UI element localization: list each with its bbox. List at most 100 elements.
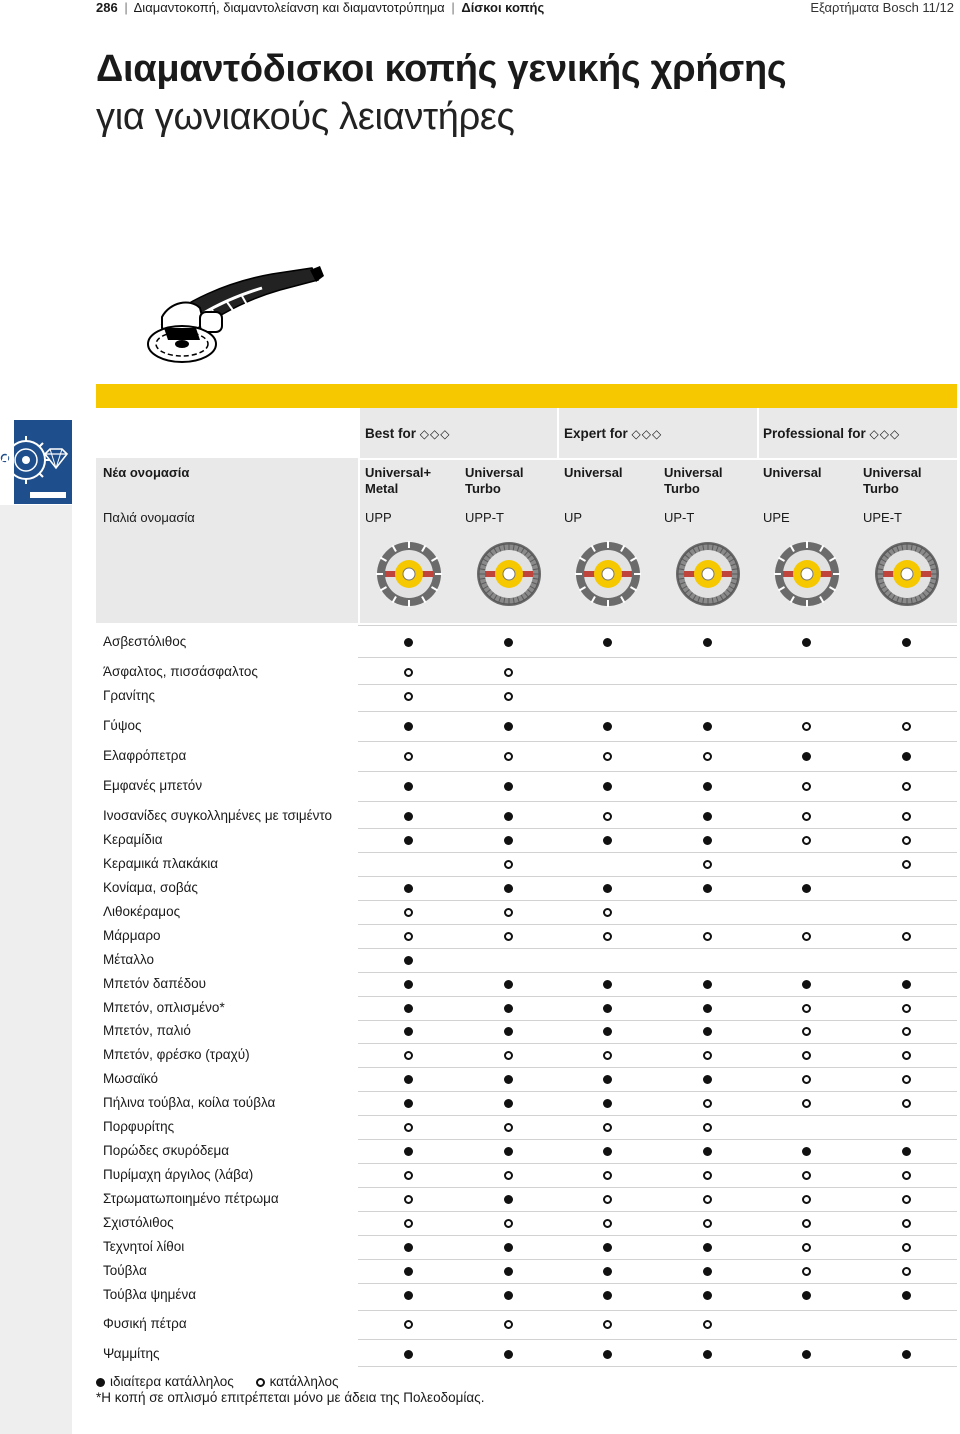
diamond-disc-icon [477,542,541,606]
highly-suitable-marker [702,1290,712,1300]
highly-suitable-marker [702,1266,712,1276]
material-label: Τούβλα ψημένα [103,1287,197,1302]
column-new-name: Universal+ [365,465,432,480]
suitable-marker [801,1218,811,1228]
row-divider [358,1339,957,1340]
highly-suitable-marker [403,1349,413,1359]
highly-suitable-marker [503,1266,513,1276]
material-label: Μπετόν, παλιό [103,1023,191,1038]
column-divider [557,408,559,458]
left-gutter [0,505,72,1434]
highly-suitable-marker [403,1003,413,1013]
row-divider [358,1310,957,1311]
material-label: Γύψος [103,718,142,733]
highly-suitable-marker [503,1146,513,1156]
highly-suitable-marker [702,781,712,791]
suitable-marker [801,931,811,941]
highly-suitable-marker [901,637,911,647]
angle-grinder-illustration [142,262,327,377]
section-name: Διαμαντοκοπή, διαμαντολείανση και διαμαν… [133,0,445,15]
highly-suitable-marker [403,1074,413,1084]
diamond-icon: ◇◇◇ [631,427,663,441]
table-header-blank [96,408,358,458]
material-label: Μπετόν, φρέσκο (τραχύ) [103,1047,250,1062]
highly-suitable-marker [801,1146,811,1156]
suitable-marker [901,1266,911,1276]
page-number: 286 [96,0,118,15]
suitable-marker [901,931,911,941]
suitable-marker [403,1194,413,1204]
highly-suitable-marker [503,781,513,791]
suitable-marker [503,1218,513,1228]
highly-suitable-marker [602,1349,612,1359]
suitable-marker [602,1122,612,1132]
highly-suitable-marker [403,1146,413,1156]
suitable-marker [702,1170,712,1180]
column-old-name: UP-T [664,510,695,525]
table-row: Φυσική πέτρα [96,1312,957,1336]
table-row: Ελαφρόπετρα [96,744,957,768]
highly-suitable-marker [702,835,712,845]
table-row: Μπετόν, οπλισμένο* [96,996,957,1020]
catalog-edition: Εξαρτήματα Bosch 11/12 [810,0,954,15]
table-row: Γρανίτης [96,684,957,708]
material-label: Ψαμμίτης [103,1346,160,1361]
diamond-disc-icon [376,541,442,607]
suitable-marker [403,907,413,917]
highly-suitable-marker [702,979,712,989]
highly-suitable-marker [702,1026,712,1036]
table-row: Στρωματωποιημένο πέτρωμα [96,1187,957,1211]
column-new-name: Universal [465,465,524,480]
suitable-marker [503,931,513,941]
row-divider [358,657,957,658]
table-row: Μπετόν δαπέδου [96,972,957,996]
highly-suitable-marker [602,781,612,791]
suitable-marker [901,859,911,869]
highly-suitable-marker [403,1290,413,1300]
suitable-marker [403,751,413,761]
legend-open-marker [255,1378,265,1387]
table-row: Πορφυρίτης [96,1115,957,1139]
column-old-name: UPE-T [863,510,902,525]
suitable-marker [503,1122,513,1132]
highly-suitable-marker [503,883,513,893]
highly-suitable-marker [503,1074,513,1084]
material-label: Στρωματωποιημένο πέτρωμα [103,1191,279,1206]
highly-suitable-marker [403,835,413,845]
highly-suitable-marker [602,883,612,893]
suitable-marker [602,1319,612,1329]
suitable-marker [602,1050,612,1060]
highly-suitable-marker [602,1242,612,1252]
highly-suitable-marker [901,1146,911,1156]
highly-suitable-marker [503,721,513,731]
highly-suitable-marker [503,1242,513,1252]
suitable-marker [602,907,612,917]
highly-suitable-marker [602,1290,612,1300]
suitable-marker [403,931,413,941]
highly-suitable-marker [403,637,413,647]
suitable-marker [901,1026,911,1036]
material-label: Μάρμαρο [103,928,161,943]
suitable-marker [901,1170,911,1180]
suitable-marker [602,1170,612,1180]
highly-suitable-marker [702,1074,712,1084]
highly-suitable-marker [702,811,712,821]
suitable-marker [801,781,811,791]
material-label: Πήλινα τούβλα, κοίλα τούβλα [103,1095,276,1110]
old-name-label: Παλιά ονομασία [103,510,195,525]
table-row: Ινοσανίδες συγκολλημένες με τσιμέντο [96,804,957,828]
material-label: Ελαφρόπετρα [103,748,187,763]
diamond-icon: ◇◇◇ [419,427,451,441]
table-row: Τούβλα ψημένα [96,1283,957,1307]
suitable-marker [702,1218,712,1228]
column-new-name: Universal [863,465,922,480]
suitable-marker [403,1319,413,1329]
suitable-marker [901,1218,911,1228]
legend-full-marker [96,1378,105,1387]
suitable-marker [901,1074,911,1084]
highly-suitable-marker [403,781,413,791]
suitable-marker [702,1050,712,1060]
column-new-name: Universal [763,465,822,480]
table-row: Πυρίμαχη άργιλος (λάβα) [96,1163,957,1187]
suitable-marker [801,1098,811,1108]
